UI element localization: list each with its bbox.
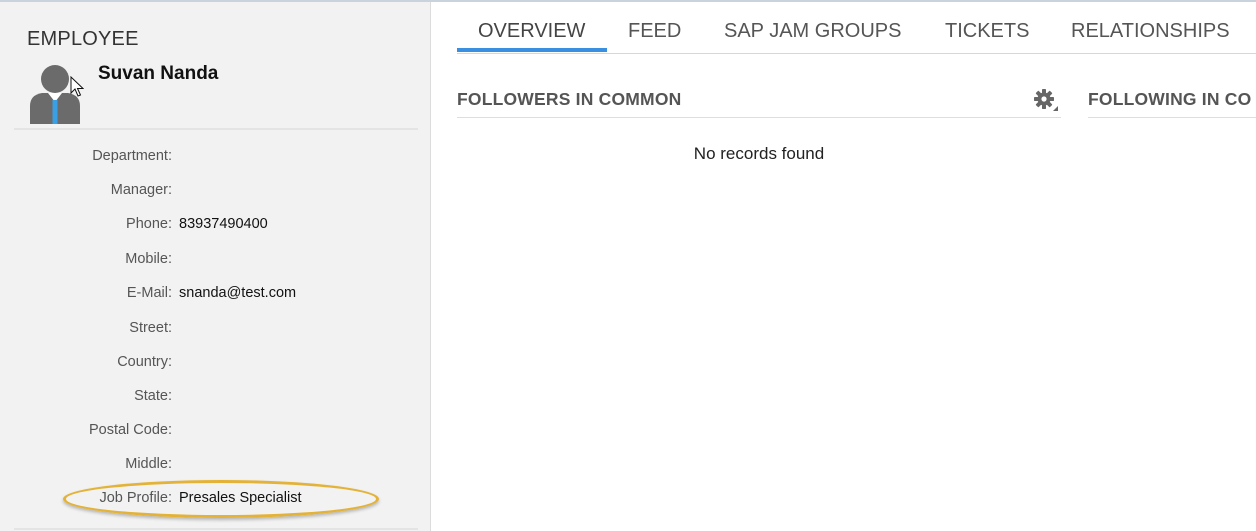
- divider: [14, 128, 418, 130]
- gear-icon[interactable]: [1033, 88, 1059, 112]
- field-country: Country:: [0, 354, 431, 374]
- employee-sidebar: EMPLOYEE Suvan Nanda Department: Manager…: [0, 2, 431, 531]
- field-email: E-Mail: snanda@test.com: [0, 285, 431, 305]
- tab-overview[interactable]: OVERVIEW: [478, 20, 585, 43]
- field-street: Street:: [0, 320, 431, 340]
- section-divider: [457, 117, 1061, 118]
- tab-bar: OVERVIEW FEED SAP JAM GROUPS TICKETS REL…: [457, 0, 1256, 54]
- field-label: Manager:: [110, 182, 172, 198]
- field-postal-code: Postal Code:: [0, 422, 431, 442]
- field-label: Mobile:: [125, 251, 172, 267]
- field-label: Country:: [117, 354, 172, 370]
- field-label: E-Mail:: [126, 285, 172, 301]
- field-value: 83937490400: [179, 216, 268, 232]
- field-department: Department:: [0, 148, 431, 168]
- tab-relationships[interactable]: RELATIONSHIPS: [1071, 20, 1230, 43]
- employee-name: Suvan Nanda: [98, 63, 219, 84]
- tab-bar-border: [457, 53, 1256, 54]
- tab-feed[interactable]: FEED: [628, 20, 681, 43]
- field-phone: Phone: 83937490400: [0, 216, 431, 236]
- field-label: Street:: [129, 320, 172, 336]
- field-label: Department:: [92, 148, 172, 164]
- field-label: State:: [134, 388, 172, 404]
- highlight-ellipse: [63, 480, 379, 518]
- tab-sap-jam-groups[interactable]: SAP JAM GROUPS: [724, 20, 901, 43]
- sidebar-heading: EMPLOYEE: [27, 28, 139, 50]
- field-middle: Middle:: [0, 456, 431, 476]
- field-label: Postal Code:: [88, 422, 172, 438]
- empty-state-message: No records found: [693, 144, 825, 163]
- field-manager: Manager:: [0, 182, 431, 202]
- field-label: Middle:: [125, 456, 172, 472]
- field-label: Phone:: [126, 216, 172, 232]
- mouse-pointer-icon: [70, 76, 84, 97]
- active-tab-indicator: [457, 48, 607, 52]
- field-mobile: Mobile:: [0, 251, 431, 271]
- tab-tickets[interactable]: TICKETS: [945, 20, 1029, 43]
- field-state: State:: [0, 388, 431, 408]
- section-divider: [1088, 117, 1256, 118]
- field-value[interactable]: snanda@test.com: [179, 285, 296, 301]
- followers-in-common-title: FOLLOWERS IN COMMON: [457, 89, 682, 109]
- divider: [14, 528, 418, 530]
- following-in-common-title: FOLLOWING IN CO: [1088, 89, 1252, 109]
